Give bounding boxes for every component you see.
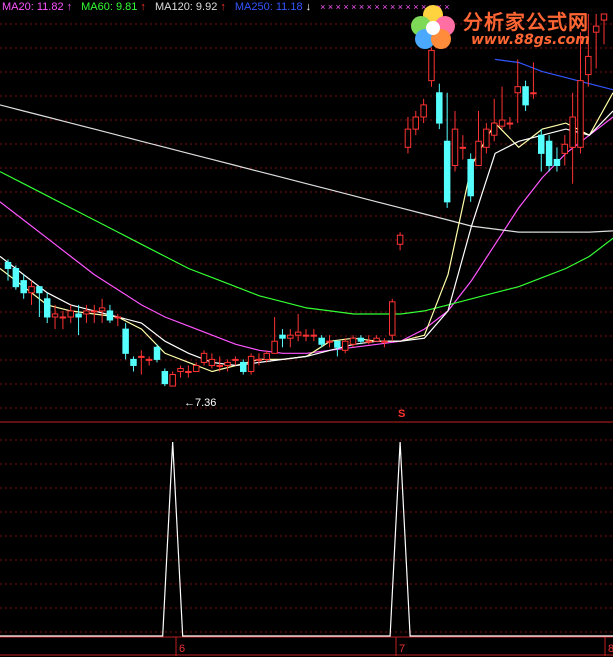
candle xyxy=(522,86,529,106)
candle xyxy=(577,80,584,148)
ma60-legend: MA60: 9.81 ↑ xyxy=(81,1,146,13)
candle xyxy=(20,280,27,294)
candle xyxy=(506,122,514,125)
candle xyxy=(232,358,239,361)
candle xyxy=(490,122,498,136)
ma-line-ma20 xyxy=(0,116,613,354)
candle xyxy=(404,128,412,148)
candle xyxy=(459,146,467,149)
candle xyxy=(475,140,482,166)
ma250-legend: MA250: 11.18 ↓ xyxy=(234,1,312,13)
ma20-legend: MA20: 11.82 ↑ xyxy=(2,1,73,13)
candle xyxy=(12,268,20,288)
flower-logo-icon xyxy=(411,5,455,49)
x-axis: 6 7 8 xyxy=(175,637,613,656)
candle xyxy=(420,104,427,118)
candle xyxy=(263,352,271,360)
candle xyxy=(302,334,310,337)
candle xyxy=(349,337,357,345)
candle xyxy=(51,313,59,318)
candle xyxy=(381,340,388,343)
candle xyxy=(200,352,208,363)
candle xyxy=(153,346,161,360)
candle xyxy=(28,286,35,294)
candles xyxy=(4,13,608,387)
candle xyxy=(177,367,184,373)
candle xyxy=(4,261,12,270)
candle xyxy=(436,92,443,124)
candle xyxy=(240,361,247,373)
x-tick-label: 8 xyxy=(608,643,613,655)
candle xyxy=(98,307,106,312)
candle xyxy=(553,158,561,166)
candle xyxy=(545,140,553,166)
candle xyxy=(428,49,435,82)
candle xyxy=(169,374,176,387)
candle xyxy=(216,364,223,367)
candle xyxy=(122,328,129,354)
candle xyxy=(389,301,396,336)
candle xyxy=(396,234,404,245)
candle xyxy=(341,340,349,351)
ma120-legend: MA120: 9.92 ↑ xyxy=(154,1,226,13)
site-logo: 分析家公式网 www.88gs.com xyxy=(407,2,607,52)
candle xyxy=(373,337,380,342)
candlestick-chart: 6 7 8 xyxy=(0,13,613,656)
candle xyxy=(318,337,325,345)
candle xyxy=(498,119,506,127)
candle xyxy=(561,143,569,154)
logo-title: 分析家公式网 xyxy=(463,10,589,34)
candle xyxy=(443,140,451,203)
candle xyxy=(483,128,490,148)
x-tick-label: 7 xyxy=(399,643,405,655)
candle xyxy=(294,331,302,336)
candle xyxy=(43,298,51,318)
candle xyxy=(271,340,278,354)
candle xyxy=(114,316,122,319)
candle xyxy=(138,355,145,358)
candle xyxy=(326,340,333,343)
candle xyxy=(334,340,341,348)
ma-legend: MA20: 11.82 ↑ MA60: 9.81 ↑ MA120: 9.92 ↑ MA… xyxy=(2,0,453,14)
candle xyxy=(279,334,286,339)
candle xyxy=(130,358,137,366)
candle xyxy=(36,286,43,294)
x-tick-label: 6 xyxy=(179,643,185,655)
candle xyxy=(569,116,576,148)
candle xyxy=(451,128,459,166)
candle xyxy=(59,316,67,319)
candle xyxy=(365,340,372,343)
candle xyxy=(91,310,98,313)
ma-line-ma60 xyxy=(0,171,613,315)
candle xyxy=(287,334,294,339)
candle xyxy=(192,364,200,373)
candle xyxy=(75,313,82,318)
candle xyxy=(247,355,255,373)
candle xyxy=(514,86,521,94)
candle xyxy=(538,134,545,154)
candle xyxy=(310,334,318,337)
candle xyxy=(185,371,192,374)
candle xyxy=(530,92,537,95)
candle xyxy=(412,116,420,130)
indicator-panel xyxy=(0,441,613,637)
ma-line-ma250 xyxy=(495,58,613,91)
indicator-line xyxy=(0,441,613,637)
candle xyxy=(67,310,74,318)
candle xyxy=(83,310,90,315)
candle xyxy=(161,371,169,385)
candle xyxy=(357,337,365,342)
signal-label: S xyxy=(398,408,406,420)
candle xyxy=(255,358,263,361)
candle xyxy=(106,310,114,321)
candle xyxy=(224,361,231,366)
candle xyxy=(145,358,153,361)
candle xyxy=(467,158,474,197)
moving-average-lines xyxy=(0,58,613,373)
low-price-label: ←7.36 xyxy=(184,397,217,409)
ma-line-ma10 xyxy=(0,110,613,367)
candle xyxy=(585,55,592,76)
logo-url: www.88gs.com xyxy=(471,32,590,48)
candle xyxy=(208,358,216,366)
